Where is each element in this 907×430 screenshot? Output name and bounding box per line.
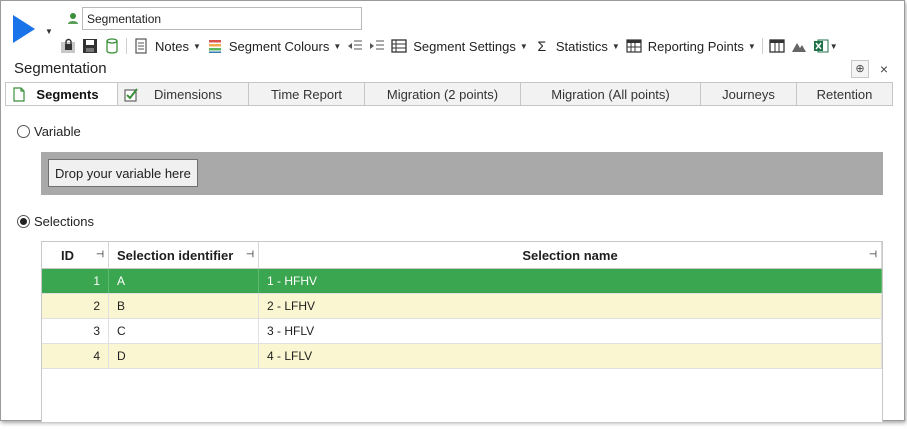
cell-identifier: A (109, 269, 259, 293)
indent-right-button[interactable] (366, 35, 388, 57)
reporting-points-label: Reporting Points (647, 38, 744, 54)
column-header-selection-identifier[interactable]: Selection identifier ⊣ (109, 242, 259, 268)
main-toolbar: Notes ▼ Segment Colours ▼ Segment Settin… (57, 35, 841, 57)
tab-retention[interactable]: Retention (797, 82, 893, 106)
variable-drop-zone[interactable]: Drop your variable here (41, 152, 883, 195)
tab-label: Retention (816, 86, 873, 102)
save-button[interactable] (79, 35, 101, 57)
toolbar-separator (761, 38, 763, 54)
columns-button[interactable] (766, 35, 788, 57)
segmentation-name-input[interactable] (82, 7, 362, 30)
panel-title: Segmentation (14, 60, 107, 77)
drop-variable-button[interactable]: Drop your variable here (48, 159, 198, 187)
column-pin-icon[interactable]: ⊣ (869, 249, 877, 260)
table-row[interactable]: 3 C 3 - HFLV (42, 319, 882, 344)
cell-identifier: D (109, 344, 259, 368)
checkbox-icon (124, 88, 138, 102)
close-icon[interactable]: × (877, 61, 891, 77)
tab-bar: Segments Dimensions Time Report Migratio… (5, 82, 893, 106)
segment-settings-label: Segment Settings (413, 38, 516, 54)
sigma-icon: Σ (537, 38, 547, 54)
columns-icon (769, 39, 785, 53)
tab-label: Time Report (270, 86, 343, 102)
tab-label: Journeys (722, 86, 775, 102)
tab-migration-all-points[interactable]: Migration (All points) (521, 82, 701, 106)
indent-right-icon (370, 40, 385, 50)
segment-colours-label: Segment Colours (228, 38, 330, 54)
tab-journeys[interactable]: Journeys (701, 82, 797, 106)
tab-dimensions[interactable]: Dimensions (118, 82, 249, 106)
settings-list-icon (391, 39, 407, 53)
column-header-selection-name[interactable]: Selection name ⊣ (259, 242, 882, 268)
export-excel-menu[interactable]: ▼ (810, 35, 841, 57)
cell-name: 3 - HFLV (259, 319, 882, 343)
excel-icon (813, 39, 829, 53)
run-play-icon[interactable] (13, 15, 35, 43)
chevron-down-icon: ▼ (519, 41, 528, 51)
tab-time-report[interactable]: Time Report (249, 82, 365, 106)
notes-menu[interactable]: Notes ▼ (130, 35, 204, 57)
cell-identifier: B (109, 294, 259, 318)
run-dropdown-icon[interactable]: ▼ (45, 27, 53, 36)
column-pin-icon[interactable]: ⊣ (246, 249, 254, 260)
chevron-down-icon: ▼ (747, 41, 756, 51)
pin-icon[interactable]: ⊕ (851, 60, 869, 78)
table-row[interactable]: 1 A 1 - HFHV (42, 269, 882, 294)
document-icon (13, 87, 25, 102)
colour-bars-icon (208, 40, 221, 53)
table-row[interactable]: 2 B 2 - LFHV (42, 294, 882, 319)
cell-name: 1 - HFHV (259, 269, 882, 293)
cell-name: 2 - LFHV (259, 294, 882, 318)
database-icon (106, 38, 118, 54)
column-header-label: Selection name (522, 247, 618, 263)
database-button[interactable] (101, 35, 123, 57)
tab-label: Migration (All points) (551, 86, 670, 102)
tab-content-border (5, 105, 893, 106)
segment-settings-menu[interactable]: Segment Settings ▼ (388, 35, 531, 57)
variable-radio-label: Variable (34, 124, 81, 139)
cell-identifier: C (109, 319, 259, 343)
toolbar-separator (126, 38, 127, 54)
cell-id: 3 (42, 319, 109, 343)
cell-id: 2 (42, 294, 109, 318)
tab-migration-2-points[interactable]: Migration (2 points) (365, 82, 521, 106)
segmentation-window: ▼ Segmentation Notes ▼ Segment Colours ▼… (0, 0, 905, 422)
chevron-down-icon: ▼ (333, 41, 342, 51)
lock-button[interactable] (57, 35, 79, 57)
selections-radio[interactable] (17, 215, 30, 228)
variable-radio[interactable] (17, 125, 30, 138)
indent-left-button[interactable] (344, 35, 366, 57)
notes-label: Notes (155, 38, 189, 54)
cell-name: 4 - LFLV (259, 344, 882, 368)
notes-icon (135, 38, 147, 54)
column-header-label: Selection identifier (117, 247, 234, 263)
column-header-label: ID (61, 247, 74, 263)
chevron-down-icon: ▼ (829, 41, 838, 51)
tab-label: Segments (36, 86, 99, 102)
cell-id: 4 (42, 344, 109, 368)
selections-radio-label: Selections (34, 214, 94, 229)
mountain-chart-icon (791, 43, 806, 52)
selections-grid: ID ⊣ Selection identifier ⊣ Selection na… (41, 241, 883, 422)
save-icon (83, 39, 97, 53)
chevron-down-icon: ▼ (611, 41, 620, 51)
chevron-down-icon: ▼ (192, 41, 201, 51)
table-row[interactable]: 4 D 4 - LFLV (42, 344, 882, 369)
tab-label: Dimensions (154, 86, 222, 102)
lock-icon (61, 38, 75, 53)
tab-segments[interactable]: Segments (5, 82, 118, 106)
grid-header: ID ⊣ Selection identifier ⊣ Selection na… (42, 242, 882, 269)
statistics-label: Statistics (555, 38, 608, 54)
calendar-grid-icon (626, 39, 642, 53)
user-icon (68, 13, 78, 24)
indent-left-icon (348, 40, 363, 50)
column-pin-icon[interactable]: ⊣ (96, 249, 104, 260)
column-header-id[interactable]: ID ⊣ (42, 242, 109, 268)
tab-label: Migration (2 points) (386, 86, 499, 102)
cell-id: 1 (42, 269, 109, 293)
chart-button[interactable] (788, 35, 810, 57)
segment-colours-menu[interactable]: Segment Colours ▼ (204, 35, 344, 57)
reporting-points-menu[interactable]: Reporting Points ▼ (623, 35, 759, 57)
statistics-menu[interactable]: Σ Statistics ▼ (531, 35, 623, 57)
